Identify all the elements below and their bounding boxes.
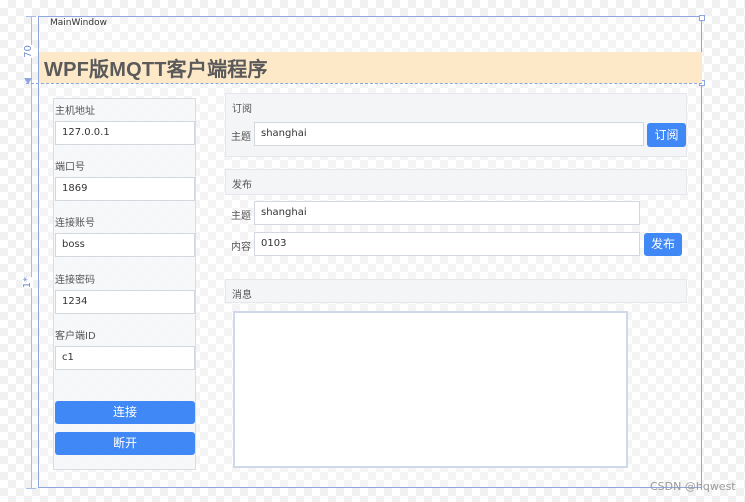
publish-section: 发布: [225, 169, 687, 195]
password-label: 连接密码: [55, 275, 95, 286]
password-input[interactable]: 1234: [55, 290, 195, 314]
publish-content-input[interactable]: 0103: [254, 232, 640, 256]
port-input[interactable]: 1869: [55, 177, 195, 201]
row-star-label: 1*: [22, 276, 34, 289]
account-input[interactable]: boss: [55, 233, 195, 257]
row-divider-line: [26, 83, 702, 84]
subscribe-section-label: 订阅: [232, 104, 252, 115]
subscribe-button[interactable]: 订阅: [647, 123, 686, 147]
client-id-label: 客户端ID: [55, 331, 96, 342]
row-guide-line: [31, 16, 32, 488]
messages-section: 消息: [225, 279, 687, 303]
publish-content-label: 内容: [231, 242, 251, 253]
account-label: 连接账号: [55, 218, 95, 229]
row-height-label: 70: [22, 45, 34, 58]
messages-section-label: 消息: [232, 290, 252, 301]
page-title: WPF版MQTT客户端程序: [44, 59, 268, 81]
connect-button[interactable]: 连接: [55, 401, 195, 424]
publish-button[interactable]: 发布: [644, 233, 682, 256]
disconnect-button[interactable]: 断开: [55, 432, 195, 455]
resize-handle-top-right[interactable]: [699, 15, 705, 21]
row-guide-tick-bottom: [26, 488, 36, 489]
host-label: 主机地址: [55, 106, 95, 117]
publish-topic-label: 主题: [231, 211, 251, 222]
window-title: MainWindow: [50, 18, 107, 28]
host-input[interactable]: 127.0.0.1: [55, 121, 195, 145]
publish-topic-input[interactable]: shanghai: [254, 201, 640, 225]
row-guide-tick-top: [26, 16, 36, 17]
messages-textarea[interactable]: [233, 311, 628, 468]
publish-section-label: 发布: [232, 180, 252, 191]
watermark-text: CSDN @hqwest: [650, 480, 736, 493]
subscribe-topic-label: 主题: [231, 132, 251, 143]
port-label: 端口号: [55, 162, 85, 173]
client-id-input[interactable]: c1: [55, 346, 195, 370]
subscribe-topic-input[interactable]: shanghai: [254, 122, 644, 146]
